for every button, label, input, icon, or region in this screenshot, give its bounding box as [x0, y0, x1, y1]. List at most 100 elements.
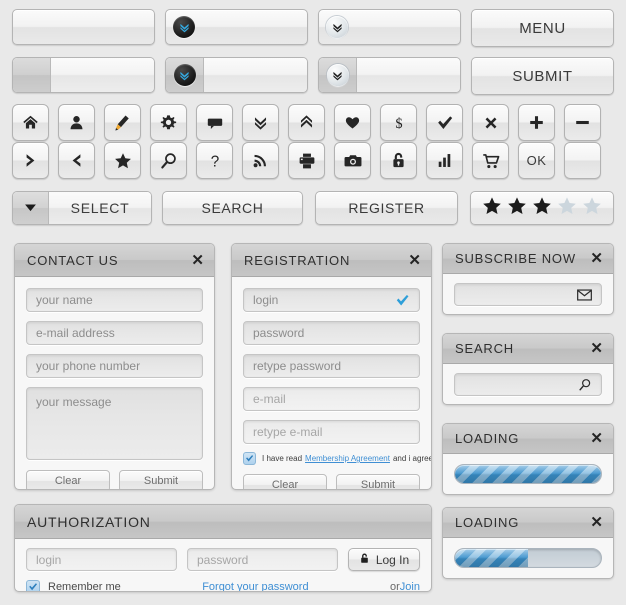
join-link[interactable]: Join [400, 581, 420, 591]
email-field[interactable]: e-mail [243, 387, 420, 411]
rating-widget[interactable] [470, 191, 614, 225]
search-button[interactable]: SEARCH [162, 191, 303, 225]
remember-me-checkbox[interactable] [26, 580, 40, 591]
bar-chart-icon-button[interactable] [426, 142, 463, 179]
double-chevron-up-icon [298, 114, 315, 131]
panel-title: SEARCH [455, 341, 514, 356]
plain-bar[interactable] [12, 9, 155, 45]
dollar-icon: $ [390, 114, 408, 132]
double-chevron-down-icon-button[interactable] [242, 104, 279, 141]
pencil-icon-button[interactable] [104, 104, 141, 141]
cart-icon-button[interactable] [472, 142, 509, 179]
login-field[interactable]: login [26, 548, 177, 571]
home-icon-button[interactable] [12, 104, 49, 141]
agreement-checkbox[interactable] [243, 452, 256, 465]
dropdown-bar-light-toggle[interactable] [319, 10, 355, 44]
close-x-icon[interactable]: ✕ [590, 515, 603, 530]
star-icon[interactable] [482, 196, 502, 221]
contact-us-actions: Clear Submit [26, 470, 203, 489]
dropdown-seg-dark[interactable] [165, 57, 308, 93]
star-icon[interactable] [507, 196, 527, 221]
login-field[interactable]: login [243, 288, 420, 312]
select-dropdown[interactable]: SELECT [12, 191, 152, 225]
rss-icon-button[interactable] [242, 142, 279, 179]
segmented-bar-track [51, 58, 154, 92]
double-chevron-down-icon [173, 16, 195, 38]
close-x-icon-button[interactable] [472, 104, 509, 141]
subscribe-email-input[interactable] [454, 283, 602, 306]
dollar-icon-button[interactable]: $ [380, 104, 417, 141]
dropdown-seg-dark-toggle[interactable] [166, 58, 204, 92]
password-field[interactable]: password [187, 548, 338, 571]
close-x-icon [483, 115, 499, 131]
contact-us-body: your name e-mail address your phone numb… [15, 277, 214, 489]
segmented-bar-handle[interactable] [13, 58, 51, 92]
submit-button[interactable]: Submit [119, 470, 203, 489]
register-button[interactable]: REGISTER [315, 191, 458, 225]
dropdown-bar-light[interactable] [318, 9, 461, 45]
retype-password-field-placeholder: retype password [253, 359, 342, 373]
chevron-right-icon-button[interactable] [12, 142, 49, 179]
icon-row-2: ? OK [12, 142, 601, 179]
submit-button[interactable]: Submit [336, 474, 420, 489]
comment-icon-button[interactable] [196, 104, 233, 141]
dropdown-bar-dark-toggle[interactable] [166, 10, 202, 44]
panel-title: SUBSCRIBE NOW [455, 251, 576, 266]
retype-email-field[interactable]: retype e-mail [243, 420, 420, 444]
search-icon [160, 152, 178, 170]
dropdown-bar-dark[interactable] [165, 9, 308, 45]
message-field[interactable]: your message [26, 387, 203, 460]
user-icon-button[interactable] [58, 104, 95, 141]
minus-icon-button[interactable] [564, 104, 601, 141]
phone-field[interactable]: your phone number [26, 354, 203, 378]
star-icon[interactable] [532, 196, 552, 221]
check-icon-button[interactable] [426, 104, 463, 141]
forgot-password-link[interactable]: Forgot your password [202, 581, 308, 591]
retype-password-field[interactable]: retype password [243, 354, 420, 378]
question-icon: ? [206, 152, 224, 170]
envelope-icon[interactable] [577, 288, 592, 301]
email-field[interactable]: e-mail address [26, 321, 203, 345]
close-x-icon[interactable]: ✕ [408, 253, 421, 268]
dropdown-seg-light-track [357, 58, 460, 92]
camera-icon-button[interactable] [334, 142, 371, 179]
search-icon-button[interactable] [150, 142, 187, 179]
subscribe-panel: SUBSCRIBE NOW ✕ [442, 243, 614, 315]
pencil-icon [114, 114, 131, 131]
printer-icon-button[interactable] [288, 142, 325, 179]
close-x-icon[interactable]: ✕ [191, 253, 204, 268]
segmented-bar[interactable] [12, 57, 155, 93]
authorization-header: AUTHORIZATION [15, 505, 431, 539]
log-in-button[interactable]: Log In [348, 548, 420, 571]
star-icon[interactable] [557, 196, 577, 221]
gear-icon-button[interactable] [150, 104, 187, 141]
search-input[interactable] [454, 373, 602, 396]
star-icon[interactable] [582, 196, 602, 221]
ok-button[interactable]: OK [518, 142, 555, 179]
close-x-icon[interactable]: ✕ [590, 341, 603, 356]
close-x-icon[interactable]: ✕ [590, 431, 603, 446]
registration-actions: Clear Submit [243, 474, 420, 489]
search-icon[interactable] [578, 378, 592, 392]
chevron-left-icon-button[interactable] [58, 142, 95, 179]
clear-button[interactable]: Clear [243, 474, 327, 489]
password-field[interactable]: password [243, 321, 420, 345]
star-icon-button[interactable] [104, 142, 141, 179]
submit-button[interactable]: SUBMIT [471, 57, 614, 95]
select-dropdown-toggle[interactable] [13, 192, 49, 224]
double-chevron-up-icon-button[interactable] [288, 104, 325, 141]
lock-icon-button[interactable] [380, 142, 417, 179]
clear-button[interactable]: Clear [26, 470, 110, 489]
menu-button[interactable]: MENU [471, 9, 614, 47]
membership-agreement-link[interactable]: Membership Agreement [305, 454, 390, 463]
dropdown-seg-light[interactable] [318, 57, 461, 93]
plus-icon-button[interactable] [518, 104, 555, 141]
search-header: SEARCH ✕ [443, 334, 613, 364]
name-field[interactable]: your name [26, 288, 203, 312]
heart-icon-button[interactable] [334, 104, 371, 141]
dropdown-seg-light-toggle[interactable] [319, 58, 357, 92]
clear-button-label: Clear [54, 475, 82, 487]
question-icon-button[interactable]: ? [196, 142, 233, 179]
blank-icon-button[interactable] [564, 142, 601, 179]
close-x-icon[interactable]: ✕ [590, 251, 603, 266]
